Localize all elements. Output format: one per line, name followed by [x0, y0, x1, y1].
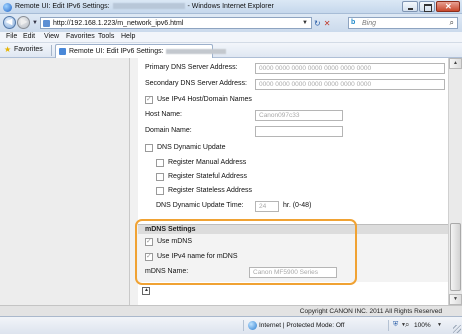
zoom-dropdown-icon[interactable]: ▼ [437, 322, 442, 328]
menu-favorites[interactable]: Favorites [66, 33, 95, 40]
search-icon[interactable]: ⌕ [450, 18, 454, 28]
window-title-suffix: - Windows Internet Explorer [187, 3, 274, 10]
menu-bar: File Edit View Favorites Tools Help [0, 32, 462, 43]
back-button[interactable] [3, 16, 16, 29]
security-zone-text[interactable]: Internet | Protected Mode: Off [259, 322, 344, 329]
tab-page-icon [59, 48, 66, 55]
page-content: Primary DNS Server Address: 0000 0000 00… [0, 58, 448, 305]
favorites-bar: ★ Favorites Remote UI: Edit IPv6 Setting… [0, 43, 462, 58]
domain-name-field[interactable] [255, 126, 343, 137]
secondary-dns-row: Secondary DNS Server Address: 0000 0000 … [138, 79, 448, 91]
search-placeholder: Bing [362, 20, 377, 27]
secondary-dns-field[interactable]: 0000 0000 0000 0000 0000 0000 0000 [255, 79, 445, 90]
bing-icon: b [351, 19, 356, 26]
minimize-button[interactable] [402, 1, 418, 12]
refresh-icon[interactable]: ↻ [314, 19, 321, 28]
domain-name-label: Domain Name: [145, 127, 192, 134]
register-manual-checkbox[interactable] [156, 159, 164, 167]
tab-title-text: Remote UI: Edit IPv6 Settings: [69, 48, 164, 55]
register-stateless-checkbox[interactable] [156, 187, 164, 195]
scroll-thumb[interactable] [450, 223, 461, 291]
register-stateful-checkbox[interactable] [156, 173, 164, 181]
window-controls [401, 1, 460, 12]
use-ipv4-host-checkbox[interactable] [145, 95, 153, 104]
left-navigation-area [0, 58, 130, 305]
primary-dns-row: Primary DNS Server Address: 0000 0000 00… [138, 63, 448, 75]
window-title: Remote UI: Edit IPv6 Settings: - Windows… [15, 3, 274, 10]
maximize-button[interactable] [419, 1, 435, 12]
use-ipv4-host-row: Use IPv4 Host/Domain Names [138, 95, 448, 107]
menu-file[interactable]: File [6, 33, 17, 40]
copyright-scroll-corner [448, 305, 462, 316]
internet-explorer-icon [3, 3, 12, 12]
url-suffix: m_network_ipv6.html [117, 20, 184, 27]
favorites-separator [51, 45, 52, 56]
dns-update-time-unit: hr. (0-48) [283, 202, 312, 209]
register-manual-row: Register Manual Address [138, 158, 448, 170]
blurred-model-name [112, 3, 185, 10]
dns-dynamic-update-row: DNS Dynamic Update [138, 143, 448, 155]
favorites-star-icon[interactable]: ★ [4, 45, 11, 54]
blurred-tab-model-name [165, 48, 226, 54]
host-name-row: Host Name: Canon097c33 [138, 110, 448, 122]
address-row: ▼ http://192.168.1.223/m_network_ipv6.ht… [0, 14, 462, 32]
recent-pages-dropdown-icon[interactable]: ▼ [32, 20, 38, 26]
zoom-level[interactable]: 100% [414, 322, 431, 329]
dns-dynamic-update-label: DNS Dynamic Update [157, 144, 226, 151]
dns-update-time-field[interactable]: 24 [255, 201, 279, 212]
dns-dynamic-update-checkbox[interactable] [145, 144, 153, 152]
forward-button[interactable] [17, 16, 30, 29]
domain-name-row: Domain Name: [138, 126, 448, 138]
protected-mode-icon[interactable]: ⛨ [393, 321, 398, 329]
address-dropdown-icon[interactable]: ▼ [302, 20, 308, 26]
search-box[interactable]: b Bing ⌕ [348, 17, 458, 29]
url-text: http://192.168.1.223/m_network_ipv6.html [53, 20, 183, 27]
dns-update-time-row: DNS Dynamic Update Time: 24 hr. (0-48) [138, 201, 448, 213]
vertical-scrollbar[interactable] [448, 58, 462, 305]
internet-zone-icon [248, 321, 257, 330]
menu-tools[interactable]: Tools [98, 33, 114, 40]
copyright-bar: Copyright CANON INC. 2011 All Rights Res… [0, 305, 448, 316]
status-separator [243, 320, 244, 331]
primary-dns-label: Primary DNS Server Address: [145, 64, 238, 71]
register-stateful-row: Register Stateful Address [138, 172, 448, 184]
window-title-bar: Remote UI: Edit IPv6 Settings: - Windows… [0, 0, 462, 14]
browser-tab[interactable]: Remote UI: Edit IPv6 Settings: [55, 44, 226, 58]
host-name-field[interactable]: Canon097c33 [255, 110, 343, 121]
dns-update-time-label: DNS Dynamic Update Time: [156, 202, 244, 209]
menu-view[interactable]: View [44, 33, 59, 40]
menu-help[interactable]: Help [121, 33, 135, 40]
scroll-up-icon[interactable] [449, 58, 462, 69]
host-name-label: Host Name: [145, 111, 182, 118]
copyright-text: Copyright CANON INC. 2011 All Rights Res… [299, 308, 442, 315]
url-prefix: http://192.168.1.223/ [53, 20, 118, 27]
resize-grip-icon[interactable] [453, 325, 461, 333]
tab-title: Remote UI: Edit IPv6 Settings: [69, 48, 226, 55]
primary-dns-field[interactable]: 0000 0000 0000 0000 0000 0000 0000 [255, 63, 445, 74]
scroll-down-icon[interactable] [449, 294, 462, 305]
register-manual-label: Register Manual Address [168, 159, 247, 166]
close-button[interactable] [436, 1, 460, 12]
address-tools: ↻ ✕ [314, 17, 330, 29]
status-bar: Internet | Protected Mode: Off ⛨ ▼ ⌕ 100… [0, 316, 462, 334]
status-separator [388, 320, 389, 331]
back-to-top-icon[interactable] [142, 287, 150, 295]
favorites-button[interactable]: Favorites [14, 46, 43, 53]
register-stateless-label: Register Stateless Address [168, 187, 253, 194]
address-bar[interactable]: http://192.168.1.223/m_network_ipv6.html… [40, 17, 312, 29]
register-stateful-label: Register Stateful Address [168, 173, 247, 180]
register-stateless-row: Register Stateless Address [138, 186, 448, 198]
page-icon [43, 20, 50, 27]
secondary-dns-label: Secondary DNS Server Address: [145, 80, 247, 87]
stop-icon[interactable]: ✕ [324, 19, 331, 28]
zoom-icon[interactable]: ⌕ [405, 320, 409, 330]
mdns-highlight-frame [135, 219, 357, 285]
window-title-prefix: Remote UI: Edit IPv6 Settings: [15, 3, 110, 10]
menu-edit[interactable]: Edit [23, 33, 35, 40]
use-ipv4-host-label: Use IPv4 Host/Domain Names [157, 96, 252, 103]
